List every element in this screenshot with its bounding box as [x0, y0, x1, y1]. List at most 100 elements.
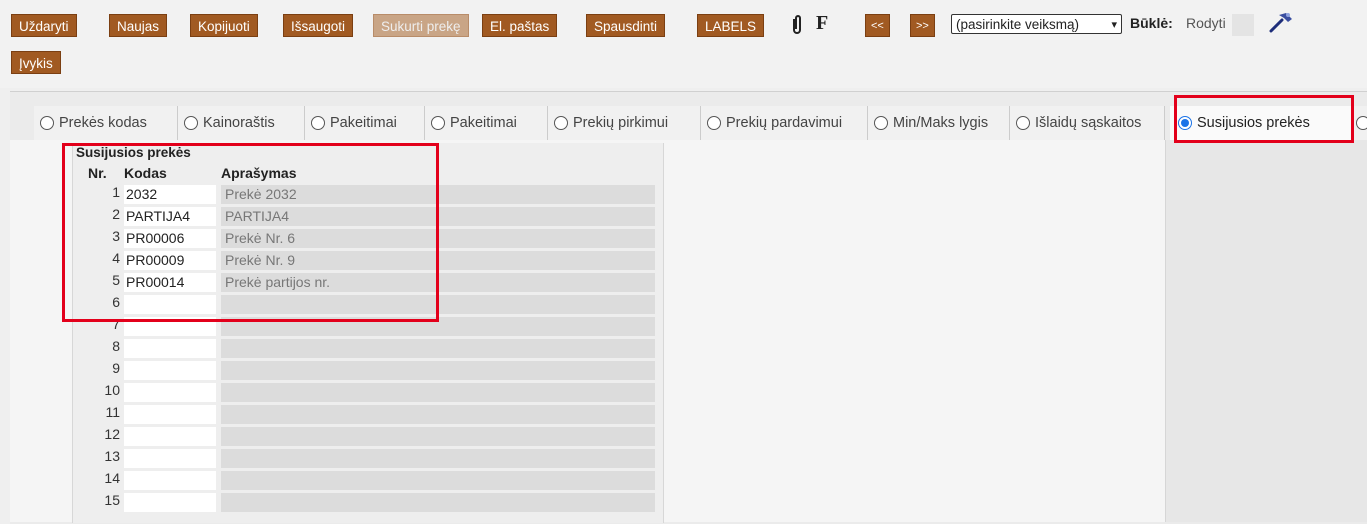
code-cell[interactable]	[124, 339, 216, 358]
tab-label: Prekės kodas	[59, 115, 147, 131]
paperclip-icon[interactable]	[790, 14, 804, 39]
column-header-nr: Nr.	[88, 165, 107, 181]
status-value[interactable]: Rodyti	[1186, 15, 1226, 31]
code-cell[interactable]	[124, 471, 216, 490]
row-number: 1	[112, 184, 120, 200]
tab-label: Prekių pardavimui	[726, 115, 843, 131]
code-cell[interactable]	[124, 449, 216, 468]
status-label: Būklė:	[1130, 15, 1173, 31]
radio-icon	[184, 116, 198, 130]
row-number: 15	[104, 492, 120, 508]
create-item-button[interactable]: Sukurti prekę	[373, 14, 469, 37]
action-select[interactable]: (pasirinkite veiksmą) ▾	[951, 14, 1122, 34]
row-number: 2	[112, 206, 120, 222]
tab-changes-2[interactable]: Pakeitimai	[425, 106, 548, 140]
description-cell: PARTIJA4	[221, 207, 655, 226]
radio-icon	[707, 116, 721, 130]
row-number: 5	[112, 272, 120, 288]
description-cell	[221, 383, 655, 402]
row-number: 13	[104, 448, 120, 464]
description-cell	[221, 493, 655, 512]
tab-min-max[interactable]: Min/Maks lygis	[868, 106, 1010, 140]
toolbar: Uždaryti Naujas Kopijuoti Išsaugoti Suku…	[0, 0, 1367, 88]
tab-sale-items[interactable]: Prekių pardavimui	[701, 106, 868, 140]
save-button[interactable]: Išsaugoti	[283, 14, 354, 37]
tab-next-partial[interactable]	[1352, 106, 1367, 140]
row-number: 12	[104, 426, 120, 442]
description-cell	[221, 361, 655, 380]
radio-icon	[1356, 116, 1367, 130]
column-header-code: Kodas	[124, 165, 167, 181]
hammer-icon[interactable]	[1268, 10, 1294, 37]
description-cell: Prekė 2032	[221, 185, 655, 204]
row-number: 9	[112, 360, 120, 376]
labels-button[interactable]: LABELS	[697, 14, 765, 37]
description-cell	[221, 295, 655, 314]
tab-related-items[interactable]: Susijusios prekės	[1170, 106, 1352, 140]
action-select-value: (pasirinkite veiksmą)	[956, 17, 1080, 32]
description-cell	[221, 317, 655, 336]
description-cell: Prekė partijos nr.	[221, 273, 655, 292]
code-cell[interactable]: PARTIJA4	[124, 207, 216, 226]
row-number: 14	[104, 470, 120, 486]
tab-label: Kainoraštis	[203, 115, 275, 131]
row-number: 10	[104, 382, 120, 398]
column-header-description: Aprašymas	[221, 165, 297, 181]
tab-label: Prekių pirkimui	[573, 115, 669, 131]
radio-icon	[40, 116, 54, 130]
tab-label: Išlaidų sąskaitos	[1035, 115, 1142, 131]
print-button[interactable]: Spausdinti	[586, 14, 666, 37]
f-icon[interactable]: F	[816, 12, 828, 35]
code-cell[interactable]	[124, 383, 216, 402]
row-number: 4	[112, 250, 120, 266]
code-cell[interactable]	[124, 295, 216, 314]
code-cell[interactable]: 2032	[124, 185, 216, 204]
radio-icon	[431, 116, 445, 130]
code-cell[interactable]: PR00014	[124, 273, 216, 292]
description-cell: Prekė Nr. 9	[221, 251, 655, 270]
row-number: 11	[105, 404, 120, 420]
description-cell	[221, 339, 655, 358]
description-cell	[221, 405, 655, 424]
section-title: Susijusios prekės	[76, 145, 191, 160]
next-button[interactable]: >>	[910, 14, 935, 37]
description-cell	[221, 449, 655, 468]
tab-price-list[interactable]: Kainoraštis	[178, 106, 305, 140]
tab-label: Susijusios prekės	[1197, 115, 1310, 131]
code-cell[interactable]: PR00006	[124, 229, 216, 248]
new-button[interactable]: Naujas	[109, 14, 168, 37]
tab-expense-invoices[interactable]: Išlaidų sąskaitos	[1010, 106, 1165, 140]
tab-label: Pakeitimai	[450, 115, 517, 131]
code-cell[interactable]	[124, 427, 216, 446]
status-field-bg	[1232, 14, 1254, 36]
code-cell[interactable]	[124, 361, 216, 380]
tab-item-code[interactable]: Prekės kodas	[34, 106, 178, 140]
tab-purchase-items[interactable]: Prekių pirkimui	[548, 106, 701, 140]
previous-button[interactable]: <<	[865, 14, 890, 37]
radio-icon	[1016, 116, 1030, 130]
email-button[interactable]: El. paštas	[482, 14, 558, 37]
code-cell[interactable]	[124, 405, 216, 424]
row-number: 3	[112, 228, 120, 244]
tab-label: Pakeitimai	[330, 115, 397, 131]
code-cell[interactable]	[124, 493, 216, 512]
radio-selected-icon	[1178, 116, 1192, 130]
right-pane	[1165, 140, 1367, 522]
close-button[interactable]: Uždaryti	[11, 14, 77, 37]
radio-icon	[554, 116, 568, 130]
tabs: Prekės kodas Kainoraštis Pakeitimai Pake…	[10, 106, 1367, 140]
tab-label: Min/Maks lygis	[893, 115, 989, 131]
radio-icon	[311, 116, 325, 130]
chevron-down-icon: ▾	[1111, 19, 1117, 31]
description-cell: Prekė Nr. 6	[221, 229, 655, 248]
event-button[interactable]: Įvykis	[11, 51, 61, 74]
code-cell[interactable]	[124, 317, 216, 336]
copy-button[interactable]: Kopijuoti	[190, 14, 258, 37]
radio-icon	[874, 116, 888, 130]
row-number: 7	[112, 316, 120, 332]
row-number: 8	[112, 338, 120, 354]
description-cell	[221, 471, 655, 490]
description-cell	[221, 427, 655, 446]
tab-changes-1[interactable]: Pakeitimai	[305, 106, 425, 140]
code-cell[interactable]: PR00009	[124, 251, 216, 270]
